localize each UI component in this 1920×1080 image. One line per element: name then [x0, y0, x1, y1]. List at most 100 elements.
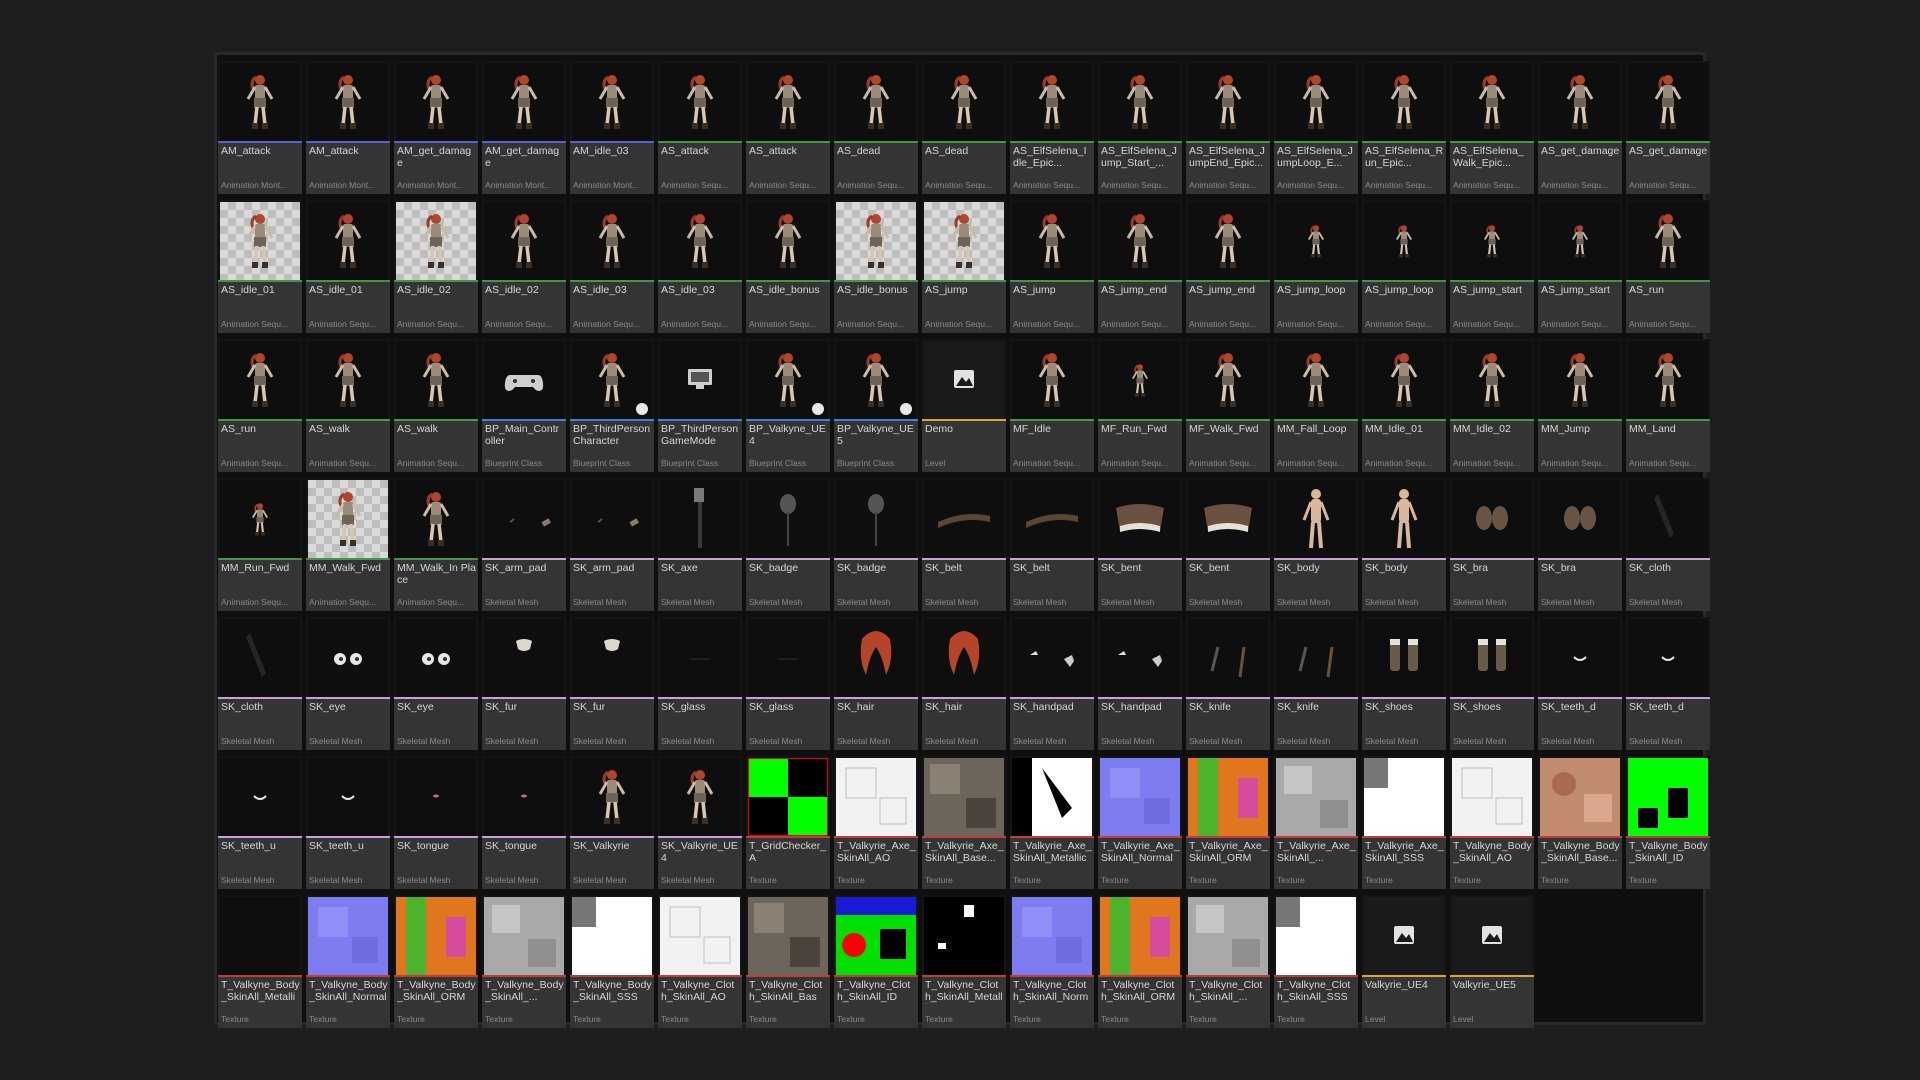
asset-tile[interactable]: SK_cloth Skeletal Mesh — [218, 617, 302, 750]
asset-tile[interactable]: MM_Fall_Loop Animation Sequ... — [1274, 339, 1358, 472]
asset-tile[interactable]: AS_jump_end Animation Sequ... — [1186, 200, 1270, 333]
asset-tile[interactable]: T_Valkyne_Cloth_SkinAll_ID Texture — [834, 895, 918, 1028]
asset-tile[interactable]: T_Valkyrie_Axe_SkinAll_AO Texture — [834, 756, 918, 889]
asset-tile[interactable]: T_Valkyrie_Axe_SkinAll_ORM Texture — [1186, 756, 1270, 889]
asset-tile[interactable]: SK_knife Skeletal Mesh — [1274, 617, 1358, 750]
asset-tile[interactable]: T_Valkyne_Cloth_SkinAll_SSS Texture — [1274, 895, 1358, 1028]
asset-tile[interactable]: SK_badge Skeletal Mesh — [746, 478, 830, 611]
asset-tile[interactable]: AS_idle_01 Animation Sequ... — [306, 200, 390, 333]
asset-tile[interactable]: MF_Idle Animation Sequ... — [1010, 339, 1094, 472]
asset-tile[interactable]: T_Valkyne_Body_SkinAll_Base... Texture — [1538, 756, 1622, 889]
asset-tile[interactable]: SK_fur Skeletal Mesh — [482, 617, 566, 750]
asset-tile[interactable]: SK_bent Skeletal Mesh — [1098, 478, 1182, 611]
asset-tile[interactable]: SK_arm_pad Skeletal Mesh — [482, 478, 566, 611]
asset-tile[interactable]: T_Valkyrie_Axe_SkinAll_... Texture — [1274, 756, 1358, 889]
asset-tile[interactable]: T_Valkyne_Cloth_SkinAll_Base... Texture — [746, 895, 830, 1028]
asset-tile[interactable]: AS_jump_start Animation Sequ... — [1538, 200, 1622, 333]
asset-tile[interactable]: T_Valkyrie_Axe_SkinAll_Metallic Texture — [1010, 756, 1094, 889]
asset-tile[interactable]: AM_idle_03 Animation Mont... — [570, 61, 654, 194]
asset-tile[interactable]: AM_get_damage Animation Mont... — [394, 61, 478, 194]
asset-tile[interactable]: SK_hair Skeletal Mesh — [834, 617, 918, 750]
asset-tile[interactable]: SK_tongue Skeletal Mesh — [394, 756, 478, 889]
asset-tile[interactable]: Demo Level — [922, 339, 1006, 472]
asset-tile[interactable]: BP_Main_Controller Blueprint Class — [482, 339, 566, 472]
asset-tile[interactable]: T_Valkyrie_Axe_SkinAll_Base... Texture — [922, 756, 1006, 889]
asset-tile[interactable]: AS_ElfSelena_JumpEnd_Epic... Animation Se… — [1186, 61, 1270, 194]
asset-tile[interactable]: SK_bent Skeletal Mesh — [1186, 478, 1270, 611]
asset-tile[interactable]: AS_get_damage Animation Sequ... — [1626, 61, 1710, 194]
asset-tile[interactable]: SK_hair Skeletal Mesh — [922, 617, 1006, 750]
asset-tile[interactable]: SK_bra Skeletal Mesh — [1450, 478, 1534, 611]
asset-tile[interactable]: AS_run Animation Sequ... — [1626, 200, 1710, 333]
asset-tile[interactable]: Valkyrie_UE5 Level — [1450, 895, 1534, 1028]
asset-tile[interactable]: MM_Land Animation Sequ... — [1626, 339, 1710, 472]
asset-tile[interactable]: AS_get_damage Animation Sequ... — [1538, 61, 1622, 194]
asset-tile[interactable]: SK_teeth_d Skeletal Mesh — [1538, 617, 1622, 750]
asset-tile[interactable]: T_Valkyrie_Axe_SkinAll_Normal Texture — [1098, 756, 1182, 889]
asset-tile[interactable]: AS_ElfSelena_Jump_Start_... Animation Seq… — [1098, 61, 1182, 194]
asset-tile[interactable]: MM_Walk_In Place Animation Sequ... — [394, 478, 478, 611]
asset-tile[interactable]: AS_jump Animation Sequ... — [922, 200, 1006, 333]
asset-tile[interactable]: T_Valkyne_Body_SkinAll_Normal Texture — [306, 895, 390, 1028]
asset-tile[interactable]: SK_fur Skeletal Mesh — [570, 617, 654, 750]
asset-tile[interactable]: AS_walk Animation Sequ... — [394, 339, 478, 472]
asset-tile[interactable]: MF_Run_Fwd Animation Sequ... — [1098, 339, 1182, 472]
asset-tile[interactable]: MM_Run_Fwd Animation Sequ... — [218, 478, 302, 611]
asset-tile[interactable]: AS_run Animation Sequ... — [218, 339, 302, 472]
asset-tile[interactable]: SK_cloth Skeletal Mesh — [1626, 478, 1710, 611]
asset-tile[interactable]: AS_dead Animation Sequ... — [834, 61, 918, 194]
asset-tile[interactable]: SK_body Skeletal Mesh — [1274, 478, 1358, 611]
asset-tile[interactable]: BP_ThirdPerson Character Blueprint Class — [570, 339, 654, 472]
asset-tile[interactable]: AM_attack Animation Mont... — [306, 61, 390, 194]
asset-tile[interactable]: AS_idle_bonus Animation Sequ... — [746, 200, 830, 333]
asset-tile[interactable]: T_Valkyne_Cloth_SkinAll_... Texture — [1186, 895, 1270, 1028]
asset-tile[interactable]: SK_eye Skeletal Mesh — [394, 617, 478, 750]
asset-tile[interactable]: AS_jump_loop Animation Sequ... — [1362, 200, 1446, 333]
asset-tile[interactable]: AS_idle_02 Animation Sequ... — [394, 200, 478, 333]
asset-tile[interactable]: SK_belt Skeletal Mesh — [922, 478, 1006, 611]
asset-tile[interactable]: SK_glass Skeletal Mesh — [746, 617, 830, 750]
asset-tile[interactable]: AS_jump Animation Sequ... — [1010, 200, 1094, 333]
asset-tile[interactable]: T_Valkyne_Cloth_SkinAll_Metallic Texture — [922, 895, 1006, 1028]
asset-tile[interactable]: T_Valkyne_Cloth_SkinAll_AO Texture — [658, 895, 742, 1028]
asset-tile[interactable]: AS_idle_bonus Animation Sequ... — [834, 200, 918, 333]
asset-tile[interactable]: SK_bra Skeletal Mesh — [1538, 478, 1622, 611]
asset-tile[interactable]: SK_teeth_u Skeletal Mesh — [306, 756, 390, 889]
asset-tile[interactable]: SK_body Skeletal Mesh — [1362, 478, 1446, 611]
asset-tile[interactable]: SK_shoes Skeletal Mesh — [1450, 617, 1534, 750]
asset-tile[interactable]: SK_knife Skeletal Mesh — [1186, 617, 1270, 750]
asset-tile[interactable]: T_Valkyne_Body_SkinAll_SSS Texture — [570, 895, 654, 1028]
asset-tile[interactable]: T_Valkyne_Body_SkinAll_... Texture — [482, 895, 566, 1028]
asset-tile[interactable]: AS_jump_start Animation Sequ... — [1450, 200, 1534, 333]
asset-tile[interactable]: SK_Valkyrie_UE4 Skeletal Mesh — [658, 756, 742, 889]
asset-tile[interactable]: AS_attack Animation Sequ... — [658, 61, 742, 194]
asset-tile[interactable]: MM_Jump Animation Sequ... — [1538, 339, 1622, 472]
asset-tile[interactable]: AS_ElfSelena_Walk_Epic... Animation Sequ.… — [1450, 61, 1534, 194]
asset-tile[interactable]: AM_get_damage Animation Mont... — [482, 61, 566, 194]
asset-tile[interactable]: SK_badge Skeletal Mesh — [834, 478, 918, 611]
asset-tile[interactable]: SK_axe Skeletal Mesh — [658, 478, 742, 611]
asset-tile[interactable]: BP_Valkyne_UE4 Blueprint Class — [746, 339, 830, 472]
asset-tile[interactable]: T_Valkyne_Cloth_SkinAll_Normal Texture — [1010, 895, 1094, 1028]
asset-tile[interactable]: AS_jump_loop Animation Sequ... — [1274, 200, 1358, 333]
asset-tile[interactable]: AS_jump_end Animation Sequ... — [1098, 200, 1182, 333]
asset-tile[interactable]: AM_attack Animation Mont... — [218, 61, 302, 194]
asset-tile[interactable]: MM_Idle_01 Animation Sequ... — [1362, 339, 1446, 472]
asset-tile[interactable]: AS_dead Animation Sequ... — [922, 61, 1006, 194]
asset-tile[interactable]: BP_ThirdPerson GameMode Blueprint Class — [658, 339, 742, 472]
asset-tile[interactable]: SK_arm_pad Skeletal Mesh — [570, 478, 654, 611]
asset-tile[interactable]: MF_Walk_Fwd Animation Sequ... — [1186, 339, 1270, 472]
asset-tile[interactable]: AS_ElfSelena_JumpLoop_E... Animation Sequ… — [1274, 61, 1358, 194]
asset-tile[interactable]: AS_idle_02 Animation Sequ... — [482, 200, 566, 333]
asset-tile[interactable]: T_Valkyne_Body_SkinAll_ORM Texture — [394, 895, 478, 1028]
asset-tile[interactable]: SK_handpad Skeletal Mesh — [1010, 617, 1094, 750]
asset-tile[interactable]: BP_Valkyne_UE5 Blueprint Class — [834, 339, 918, 472]
asset-tile[interactable]: T_Valkyne_Body_SkinAll_Metallic Texture — [218, 895, 302, 1028]
asset-tile[interactable]: SK_teeth_d Skeletal Mesh — [1626, 617, 1710, 750]
asset-tile[interactable]: AS_idle_03 Animation Sequ... — [570, 200, 654, 333]
asset-tile[interactable]: SK_tongue Skeletal Mesh — [482, 756, 566, 889]
asset-tile[interactable]: SK_glass Skeletal Mesh — [658, 617, 742, 750]
asset-tile[interactable]: AS_walk Animation Sequ... — [306, 339, 390, 472]
asset-tile[interactable]: SK_teeth_u Skeletal Mesh — [218, 756, 302, 889]
asset-tile[interactable]: T_Valkyne_Body_SkinAll_AO Texture — [1450, 756, 1534, 889]
